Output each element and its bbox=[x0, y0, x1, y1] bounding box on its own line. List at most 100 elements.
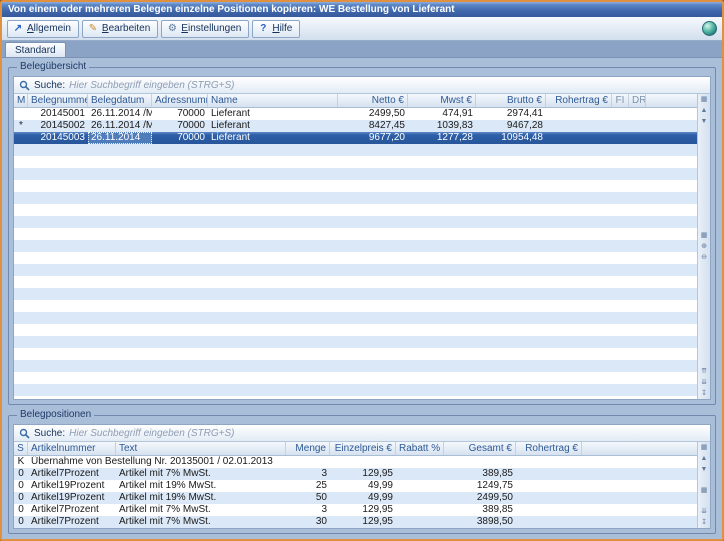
cell-belegdatum: 26.11.2014 /M bbox=[88, 108, 152, 120]
table-row[interactable]: * 20145002 26.11.2014 /M 70000 Lieferant… bbox=[14, 120, 697, 132]
cell-einzelpreis: 49,99 bbox=[330, 492, 396, 504]
table-row[interactable]: 0 Artikel7Prozent Artikel mit 7% MwSt. 3… bbox=[14, 468, 697, 480]
positions-search-input[interactable] bbox=[69, 426, 705, 440]
overview-search-input[interactable] bbox=[69, 78, 705, 92]
overview-search-bar: Suche: bbox=[14, 77, 710, 94]
table-row[interactable]: 20145001 26.11.2014 /M 70000 Lieferant 2… bbox=[14, 108, 697, 120]
column-header-menge[interactable]: Menge bbox=[286, 442, 330, 455]
scroll-last-icon[interactable]: ↧ bbox=[701, 388, 707, 399]
toolbar-button-hilfe[interactable]: ? Hilfe bbox=[252, 20, 300, 38]
cell-brutto: 10954,48 bbox=[476, 132, 546, 144]
column-header-mwst[interactable]: Mwst € bbox=[408, 94, 476, 107]
toolbar-button-einstellungen[interactable]: ⚙ Einstellungen bbox=[161, 20, 249, 38]
cell-fi bbox=[612, 120, 629, 132]
column-header-fi[interactable]: FI bbox=[612, 94, 629, 107]
toolbar-button-label: Einstellungen bbox=[181, 23, 241, 34]
column-header-belegnummer[interactable]: Belegnumme bbox=[28, 94, 88, 107]
column-header-m[interactable]: M bbox=[14, 94, 28, 107]
page-down-icon[interactable]: ⇊ bbox=[701, 377, 707, 388]
cell-rohertrag bbox=[546, 132, 612, 144]
positions-table-header: S Artikelnummer Text Menge Einzelpreis €… bbox=[14, 442, 697, 456]
table-row[interactable]: 0 Artikel19Prozent Artikel mit 19% MwSt.… bbox=[14, 480, 697, 492]
cell-fi bbox=[612, 108, 629, 120]
column-header-dr[interactable]: DR bbox=[629, 94, 646, 107]
scroll-last-icon[interactable]: ↧ bbox=[701, 517, 707, 528]
table-row-selected[interactable]: 20145003 26.11.2014 70000 Lieferant 9677… bbox=[14, 132, 697, 144]
column-header-brutto[interactable]: Brutto € bbox=[476, 94, 546, 107]
cell-rabatt bbox=[396, 504, 444, 516]
cell-mwst: 474,91 bbox=[408, 108, 476, 120]
table-row[interactable]: 0 Artikel19Prozent Artikel mit 19% MwSt.… bbox=[14, 492, 697, 504]
cell-rabatt bbox=[396, 516, 444, 528]
column-header-text[interactable]: Text bbox=[116, 442, 286, 455]
cell-marker: * bbox=[14, 120, 28, 132]
column-header-rohertrag[interactable]: Rohertrag € bbox=[516, 442, 582, 455]
cell-einzelpreis: 49,99 bbox=[330, 480, 396, 492]
table-row[interactable]: 0 Artikel7Prozent Artikel mit 7% MwSt. 3… bbox=[14, 504, 697, 516]
toolbar-button-label: Allgemein bbox=[27, 23, 71, 34]
beleguebersicht-panel: Suche: M Belegnumme Belegdatum Adressnum… bbox=[13, 76, 711, 400]
cell-rabatt bbox=[396, 492, 444, 504]
cell-dr bbox=[629, 120, 646, 132]
search-label: Suche: bbox=[34, 428, 65, 439]
globe-icon[interactable] bbox=[702, 21, 717, 36]
page-up-icon[interactable]: ⇈ bbox=[701, 366, 707, 377]
column-settings-icon[interactable]: ▦ bbox=[701, 230, 708, 241]
belegpositionen-group: Belegpositionen Suche: S Artikelnummer bbox=[8, 415, 716, 534]
grid-selector-icon[interactable]: ▦ bbox=[701, 94, 708, 105]
positions-search-bar: Suche: bbox=[14, 425, 710, 442]
cell-einzelpreis: 129,95 bbox=[330, 516, 396, 528]
toolbar-button-allgemein[interactable]: ↗ Allgemein bbox=[7, 20, 79, 38]
column-header-gesamt[interactable]: Gesamt € bbox=[444, 442, 516, 455]
cell-netto: 2499,50 bbox=[338, 108, 408, 120]
grid-selector-icon[interactable]: ▦ bbox=[701, 442, 708, 453]
positions-table-body: K Übernahme von Bestellung Nr. 20135001 … bbox=[14, 456, 697, 528]
cell-adressnummer: 70000 bbox=[152, 132, 208, 144]
help-icon: ? bbox=[257, 23, 269, 34]
zoom-in-icon[interactable]: ⊕ bbox=[701, 241, 707, 252]
scroll-up-icon[interactable]: ▲ bbox=[701, 453, 708, 464]
zoom-out-icon[interactable]: ⊖ bbox=[701, 252, 707, 263]
cell-artikelnummer: Artikel19Prozent bbox=[28, 492, 116, 504]
cell-belegdatum: 26.11.2014 /M bbox=[88, 120, 152, 132]
cell-text: Artikel mit 7% MwSt. bbox=[116, 468, 286, 480]
column-header-s[interactable]: S bbox=[14, 442, 28, 455]
cell-einzelpreis: 129,95 bbox=[330, 504, 396, 516]
page-down-icon[interactable]: ⇊ bbox=[701, 506, 707, 517]
cell-gesamt: 3898,50 bbox=[444, 516, 516, 528]
column-header-artikelnummer[interactable]: Artikelnummer bbox=[28, 442, 116, 455]
cell-gesamt: 389,85 bbox=[444, 504, 516, 516]
window-title: Von einem oder mehreren Belegen einzelne… bbox=[8, 4, 455, 15]
column-header-belegdatum[interactable]: Belegdatum bbox=[88, 94, 152, 107]
column-settings-icon[interactable]: ▦ bbox=[701, 485, 708, 496]
scroll-up-icon[interactable]: ▲ bbox=[701, 105, 708, 116]
cell-name: Lieferant bbox=[208, 108, 338, 120]
cell-fi bbox=[612, 132, 629, 144]
column-header-rohertrag[interactable]: Rohertrag € bbox=[546, 94, 612, 107]
tab-standard[interactable]: Standard bbox=[5, 42, 66, 57]
tab-strip: Standard bbox=[2, 41, 722, 58]
cell-dr bbox=[629, 108, 646, 120]
scroll-down-icon[interactable]: ▼ bbox=[701, 116, 708, 127]
table-row[interactable]: 0 Artikel7Prozent Artikel mit 7% MwSt. 3… bbox=[14, 516, 697, 528]
main-area: Belegübersicht Suche: M Belegnumme bbox=[2, 58, 722, 539]
cell-belegnummer: 20145002 bbox=[28, 120, 88, 132]
cell-rohertrag bbox=[516, 468, 582, 480]
column-header-name[interactable]: Name bbox=[208, 94, 338, 107]
cell-marker bbox=[14, 108, 28, 120]
column-header-einzelpreis[interactable]: Einzelpreis € bbox=[330, 442, 396, 455]
cell-artikelnummer: Artikel7Prozent bbox=[28, 504, 116, 516]
cell-adressnummer: 70000 bbox=[152, 108, 208, 120]
beleguebersicht-group: Belegübersicht Suche: M Belegnumme bbox=[8, 67, 716, 405]
toolbar-button-bearbeiten[interactable]: ✎ Bearbeiten bbox=[82, 20, 158, 38]
cell-rohertrag bbox=[546, 108, 612, 120]
group-label-belegpositionen: Belegpositionen bbox=[17, 409, 94, 421]
cell-text: Artikel mit 7% MwSt. bbox=[116, 504, 286, 516]
table-row-comment[interactable]: K Übernahme von Bestellung Nr. 20135001 … bbox=[14, 456, 697, 468]
cell-mwst: 1277,28 bbox=[408, 132, 476, 144]
column-header-adressnummer[interactable]: Adressnumm bbox=[152, 94, 208, 107]
column-header-rabatt[interactable]: Rabatt % bbox=[396, 442, 444, 455]
title-bar[interactable]: Von einem oder mehreren Belegen einzelne… bbox=[2, 2, 722, 17]
column-header-netto[interactable]: Netto € bbox=[338, 94, 408, 107]
scroll-down-icon[interactable]: ▼ bbox=[701, 464, 708, 475]
